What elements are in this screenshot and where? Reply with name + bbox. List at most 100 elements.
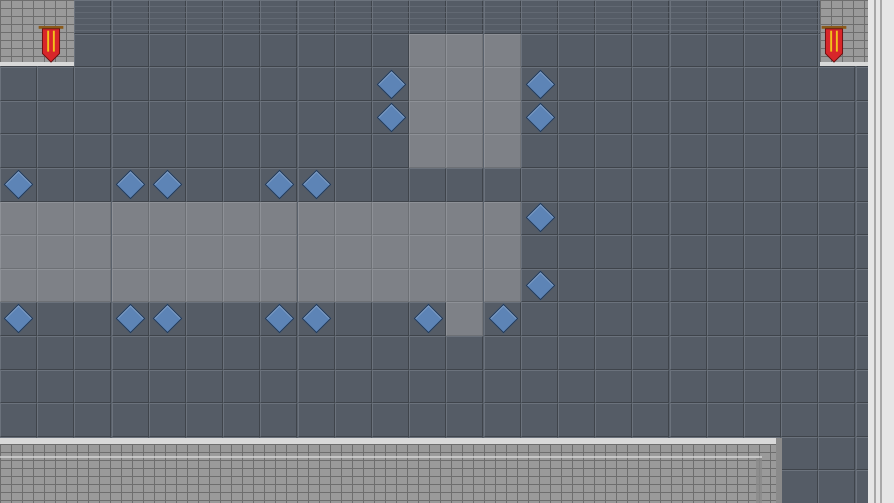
floor-tile: [223, 134, 261, 168]
floor-tile: [372, 302, 409, 336]
floor-tile: [37, 134, 75, 168]
floor-tile: [595, 369, 633, 404]
floor-tile: [148, 100, 186, 135]
left-banner-icon: [38, 25, 64, 63]
floor-tile: [334, 235, 372, 269]
floor-tile: [186, 369, 223, 404]
floor-tile: [297, 100, 335, 135]
floor-tile: [632, 201, 670, 236]
floor-tile: [409, 336, 447, 370]
floor-tile: [223, 33, 261, 68]
right-edge-rail: [868, 0, 894, 503]
floor-tile: [260, 67, 298, 101]
floor-tile: [111, 134, 149, 168]
floor-tile: [297, 134, 335, 168]
floor-tile: [706, 268, 744, 303]
floor-tile: [781, 168, 819, 202]
floor-tile: [520, 134, 558, 168]
floor-tile: [334, 67, 372, 101]
floor-tile: [781, 33, 819, 68]
floor-tile: [520, 235, 558, 269]
floor-tile: [706, 302, 744, 336]
floor-tile: [483, 33, 521, 68]
floor-tile: [409, 369, 447, 404]
floor-tile: [74, 201, 112, 236]
floor-tile: [37, 67, 75, 101]
floor-tile: [223, 336, 261, 370]
floor-tile: [706, 33, 744, 68]
floor-tile: [74, 134, 112, 168]
floor-tile: [669, 168, 707, 202]
floor-tile: [0, 134, 37, 168]
floor-tile: [297, 369, 335, 404]
floor-tile: [409, 134, 447, 168]
floor-tile: [186, 33, 223, 68]
floor-tile: [334, 403, 372, 437]
floor-tile: [74, 336, 112, 370]
floor-tile: [669, 268, 707, 303]
floor-tile: [186, 168, 223, 202]
floor-tile: [558, 201, 595, 236]
floor-tile: [595, 302, 633, 336]
floor-tile: [669, 336, 707, 370]
floor-tile: [706, 403, 744, 437]
floor-tile: [595, 67, 633, 101]
floor-tile: [744, 67, 781, 101]
floor-tile: [409, 235, 447, 269]
floor-tile: [632, 336, 670, 370]
floor-tile: [446, 100, 484, 135]
floor-tile: [74, 369, 112, 404]
floor-tile: [818, 134, 856, 168]
floor-tile: [483, 369, 521, 404]
floor-tile: [558, 403, 595, 437]
floor-tile: [37, 168, 75, 202]
floor-tile: [297, 336, 335, 370]
floor-tile: [0, 403, 37, 437]
floor-tile: [409, 33, 447, 68]
floor-tile: [260, 336, 298, 370]
floor-tile: [409, 168, 447, 202]
floor-tile: [0, 369, 37, 404]
floor-tile: [74, 235, 112, 269]
floor-tile: [409, 201, 447, 236]
floor-tile: [744, 168, 781, 202]
floor-tile: [818, 470, 856, 503]
floor-tile: [446, 403, 484, 437]
floor-tile: [260, 134, 298, 168]
floor-tile: [669, 235, 707, 269]
floor-tile: [260, 100, 298, 135]
floor-tile: [74, 403, 112, 437]
floor-tile: [483, 67, 521, 101]
floor-tile: [706, 336, 744, 370]
floor-tile: [632, 33, 670, 68]
floor-tile: [520, 302, 558, 336]
floor-tile: [74, 67, 112, 101]
floor-tile: [595, 168, 633, 202]
floor-tile: [223, 235, 261, 269]
floor-tile: [781, 100, 819, 135]
floor-tile: [111, 336, 149, 370]
floor-tile: [558, 168, 595, 202]
floor-tile: [297, 268, 335, 303]
floor-tile: [632, 369, 670, 404]
floor-tile: [520, 336, 558, 370]
floor-tile: [446, 33, 484, 68]
floor-tile: [781, 268, 819, 303]
floor-tile: [223, 67, 261, 101]
floor-tile: [148, 201, 186, 236]
floor-tile: [74, 268, 112, 303]
floor-tile: [558, 33, 595, 68]
floor-tile: [446, 336, 484, 370]
floor-tile: [669, 100, 707, 135]
floor-tile: [111, 268, 149, 303]
floor-tile: [818, 201, 856, 236]
floor-tile: [781, 470, 819, 503]
floor-tile: [446, 369, 484, 404]
floor-tile: [520, 33, 558, 68]
floor-tile: [148, 369, 186, 404]
floor-tile: [744, 201, 781, 236]
floor-tile: [781, 302, 819, 336]
floor-tile: [260, 403, 298, 437]
floor-tile: [223, 168, 261, 202]
floor-tile: [706, 235, 744, 269]
